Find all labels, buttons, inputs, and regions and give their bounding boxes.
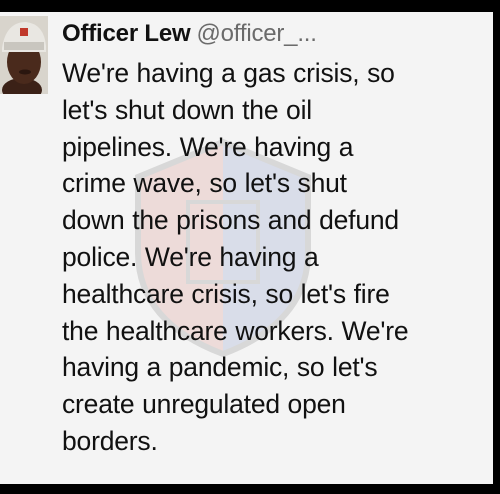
tweet-text-line: pipelines. We're having a	[62, 131, 354, 162]
tweet-text-line: borders.	[62, 425, 158, 456]
tweet-text-line: the healthcare workers. We're	[62, 315, 409, 346]
bottom-black-border	[0, 484, 500, 494]
tweet-text-line: healthcare crisis, so let's fire	[62, 278, 390, 309]
tweet-card: Officer Lew @officer_... We're having a g…	[0, 12, 493, 484]
tweet-text-line: crime wave, so let's shut	[62, 168, 347, 199]
user-handle[interactable]: @officer_...	[197, 20, 317, 47]
avatar[interactable]	[0, 16, 48, 94]
right-black-border	[493, 0, 500, 494]
avatar-cap-band	[4, 42, 44, 50]
avatar-mouth	[19, 69, 31, 75]
display-name[interactable]: Officer Lew	[62, 20, 191, 47]
tweet-text-line: having a pandemic, so let's	[62, 352, 378, 383]
top-black-border	[0, 0, 500, 12]
tweet-text-line: create unregulated open	[62, 389, 346, 420]
tweet-text-line: let's shut down the oil	[62, 94, 312, 125]
tweet-text-line: down the prisons and defund	[62, 205, 399, 236]
tweet-header: Officer Lew @officer_...	[62, 18, 317, 50]
tweet-text: We're having a gas crisis, so let's shut…	[62, 55, 487, 460]
avatar-cap-emblem	[20, 28, 28, 36]
tweet-text-line: police. We're having a	[62, 241, 319, 272]
tweet-text-line: We're having a gas crisis, so	[62, 58, 395, 88]
